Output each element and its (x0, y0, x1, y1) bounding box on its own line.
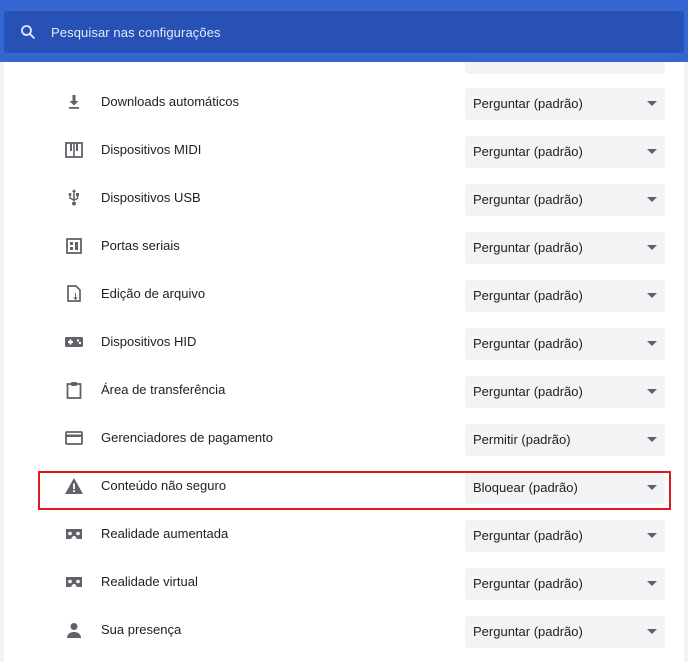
setting-label: Portas seriais (101, 238, 180, 253)
setting-row-hid-devices: Dispositivos HID Perguntar (padrão) (4, 318, 684, 366)
settings-header: Pesquisar nas configurações (0, 0, 688, 62)
setting-select[interactable]: Perguntar (padrão) (465, 136, 665, 168)
person-icon (64, 620, 84, 640)
setting-label: Gerenciadores de pagamento (101, 430, 274, 445)
setting-select[interactable]: Perguntar (padrão) (465, 328, 665, 360)
serial-port-icon (64, 236, 84, 256)
select-value: Perguntar (padrão) (473, 576, 583, 591)
clipboard-icon (64, 380, 84, 400)
site-settings-card: Downloads automáticos Perguntar (padrão)… (4, 62, 684, 662)
setting-label: Dispositivos HID (101, 334, 197, 349)
setting-select[interactable]: Perguntar (padrão) (465, 184, 665, 216)
setting-row-midi-devices: Dispositivos MIDI Perguntar (padrão) (4, 126, 684, 174)
select-value: Perguntar (padrão) (473, 96, 583, 111)
setting-row-virtual-reality: Realidade virtual Perguntar (padrão) (4, 558, 684, 606)
usb-icon (64, 188, 84, 208)
setting-select[interactable]: Bloquear (padrão) (465, 472, 665, 504)
setting-label: Downloads automáticos (101, 94, 240, 109)
dropdown-arrow-icon (647, 581, 657, 586)
setting-label: Área de transferência (101, 382, 226, 397)
search-box[interactable]: Pesquisar nas configurações (4, 11, 684, 53)
select-value: Perguntar (padrão) (473, 288, 583, 303)
dropdown-arrow-icon (647, 149, 657, 154)
vr-headset-icon (64, 524, 84, 544)
setting-label: Dispositivos USB (101, 190, 201, 205)
select-value: Perguntar (padrão) (473, 384, 583, 399)
select-value: Bloquear (padrão) (473, 480, 578, 495)
setting-row-clipboard: Área de transferência Perguntar (padrão) (4, 366, 684, 414)
download-icon (64, 92, 84, 112)
dropdown-arrow-icon (647, 197, 657, 202)
setting-select[interactable]: Perguntar (padrão) (465, 232, 665, 264)
setting-label: Realidade aumentada (101, 526, 229, 541)
setting-row-augmented-reality: Realidade aumentada Perguntar (padrão) (4, 510, 684, 558)
setting-row-file-editing: Edição de arquivo Perguntar (padrão) (4, 270, 684, 318)
setting-select[interactable]: Permitir (padrão) (465, 424, 665, 456)
dropdown-arrow-icon (647, 245, 657, 250)
warning-icon (64, 476, 84, 496)
select-value: Perguntar (padrão) (473, 624, 583, 639)
setting-row-serial-ports: Portas seriais Perguntar (padrão) (4, 222, 684, 270)
select-value: Perguntar (padrão) (473, 528, 583, 543)
setting-label: Edição de arquivo (101, 286, 206, 301)
vr-headset-icon (64, 572, 84, 592)
search-input[interactable]: Pesquisar nas configurações (51, 25, 221, 40)
setting-select[interactable]: Perguntar (padrão) (465, 280, 665, 312)
setting-select[interactable]: Perguntar (padrão) (465, 520, 665, 552)
setting-select[interactable]: Perguntar (padrão) (465, 376, 665, 408)
select-value: Perguntar (padrão) (473, 192, 583, 207)
partially-hidden-select[interactable] (465, 62, 665, 74)
setting-row-automatic-downloads: Downloads automáticos Perguntar (padrão) (4, 78, 684, 126)
dropdown-arrow-icon (647, 629, 657, 634)
credit-card-icon (64, 428, 84, 448)
setting-row-your-presence: Sua presença Perguntar (padrão) (4, 606, 684, 654)
dropdown-arrow-icon (647, 101, 657, 106)
setting-row-insecure-content: Conteúdo não seguro Bloquear (padrão) (4, 462, 684, 510)
select-value: Perguntar (padrão) (473, 144, 583, 159)
setting-select[interactable]: Perguntar (padrão) (465, 616, 665, 648)
dropdown-arrow-icon (647, 293, 657, 298)
setting-row-usb-devices: Dispositivos USB Perguntar (padrão) (4, 174, 684, 222)
setting-label: Dispositivos MIDI (101, 142, 202, 157)
dropdown-arrow-icon (647, 437, 657, 442)
dropdown-arrow-icon (647, 485, 657, 490)
setting-row-payment-handlers: Gerenciadores de pagamento Permitir (pad… (4, 414, 684, 462)
setting-label: Conteúdo não seguro (101, 478, 227, 493)
file-edit-icon (64, 284, 84, 304)
setting-label: Realidade virtual (101, 574, 198, 589)
piano-icon (64, 140, 84, 160)
select-value: Permitir (padrão) (473, 432, 571, 447)
select-value: Perguntar (padrão) (473, 336, 583, 351)
setting-label: Sua presença (101, 622, 182, 637)
setting-select[interactable]: Perguntar (padrão) (465, 568, 665, 600)
search-icon[interactable] (20, 24, 36, 40)
gamepad-icon (64, 332, 84, 352)
select-value: Perguntar (padrão) (473, 240, 583, 255)
dropdown-arrow-icon (647, 533, 657, 538)
dropdown-arrow-icon (647, 341, 657, 346)
dropdown-arrow-icon (647, 389, 657, 394)
setting-select[interactable]: Perguntar (padrão) (465, 88, 665, 120)
